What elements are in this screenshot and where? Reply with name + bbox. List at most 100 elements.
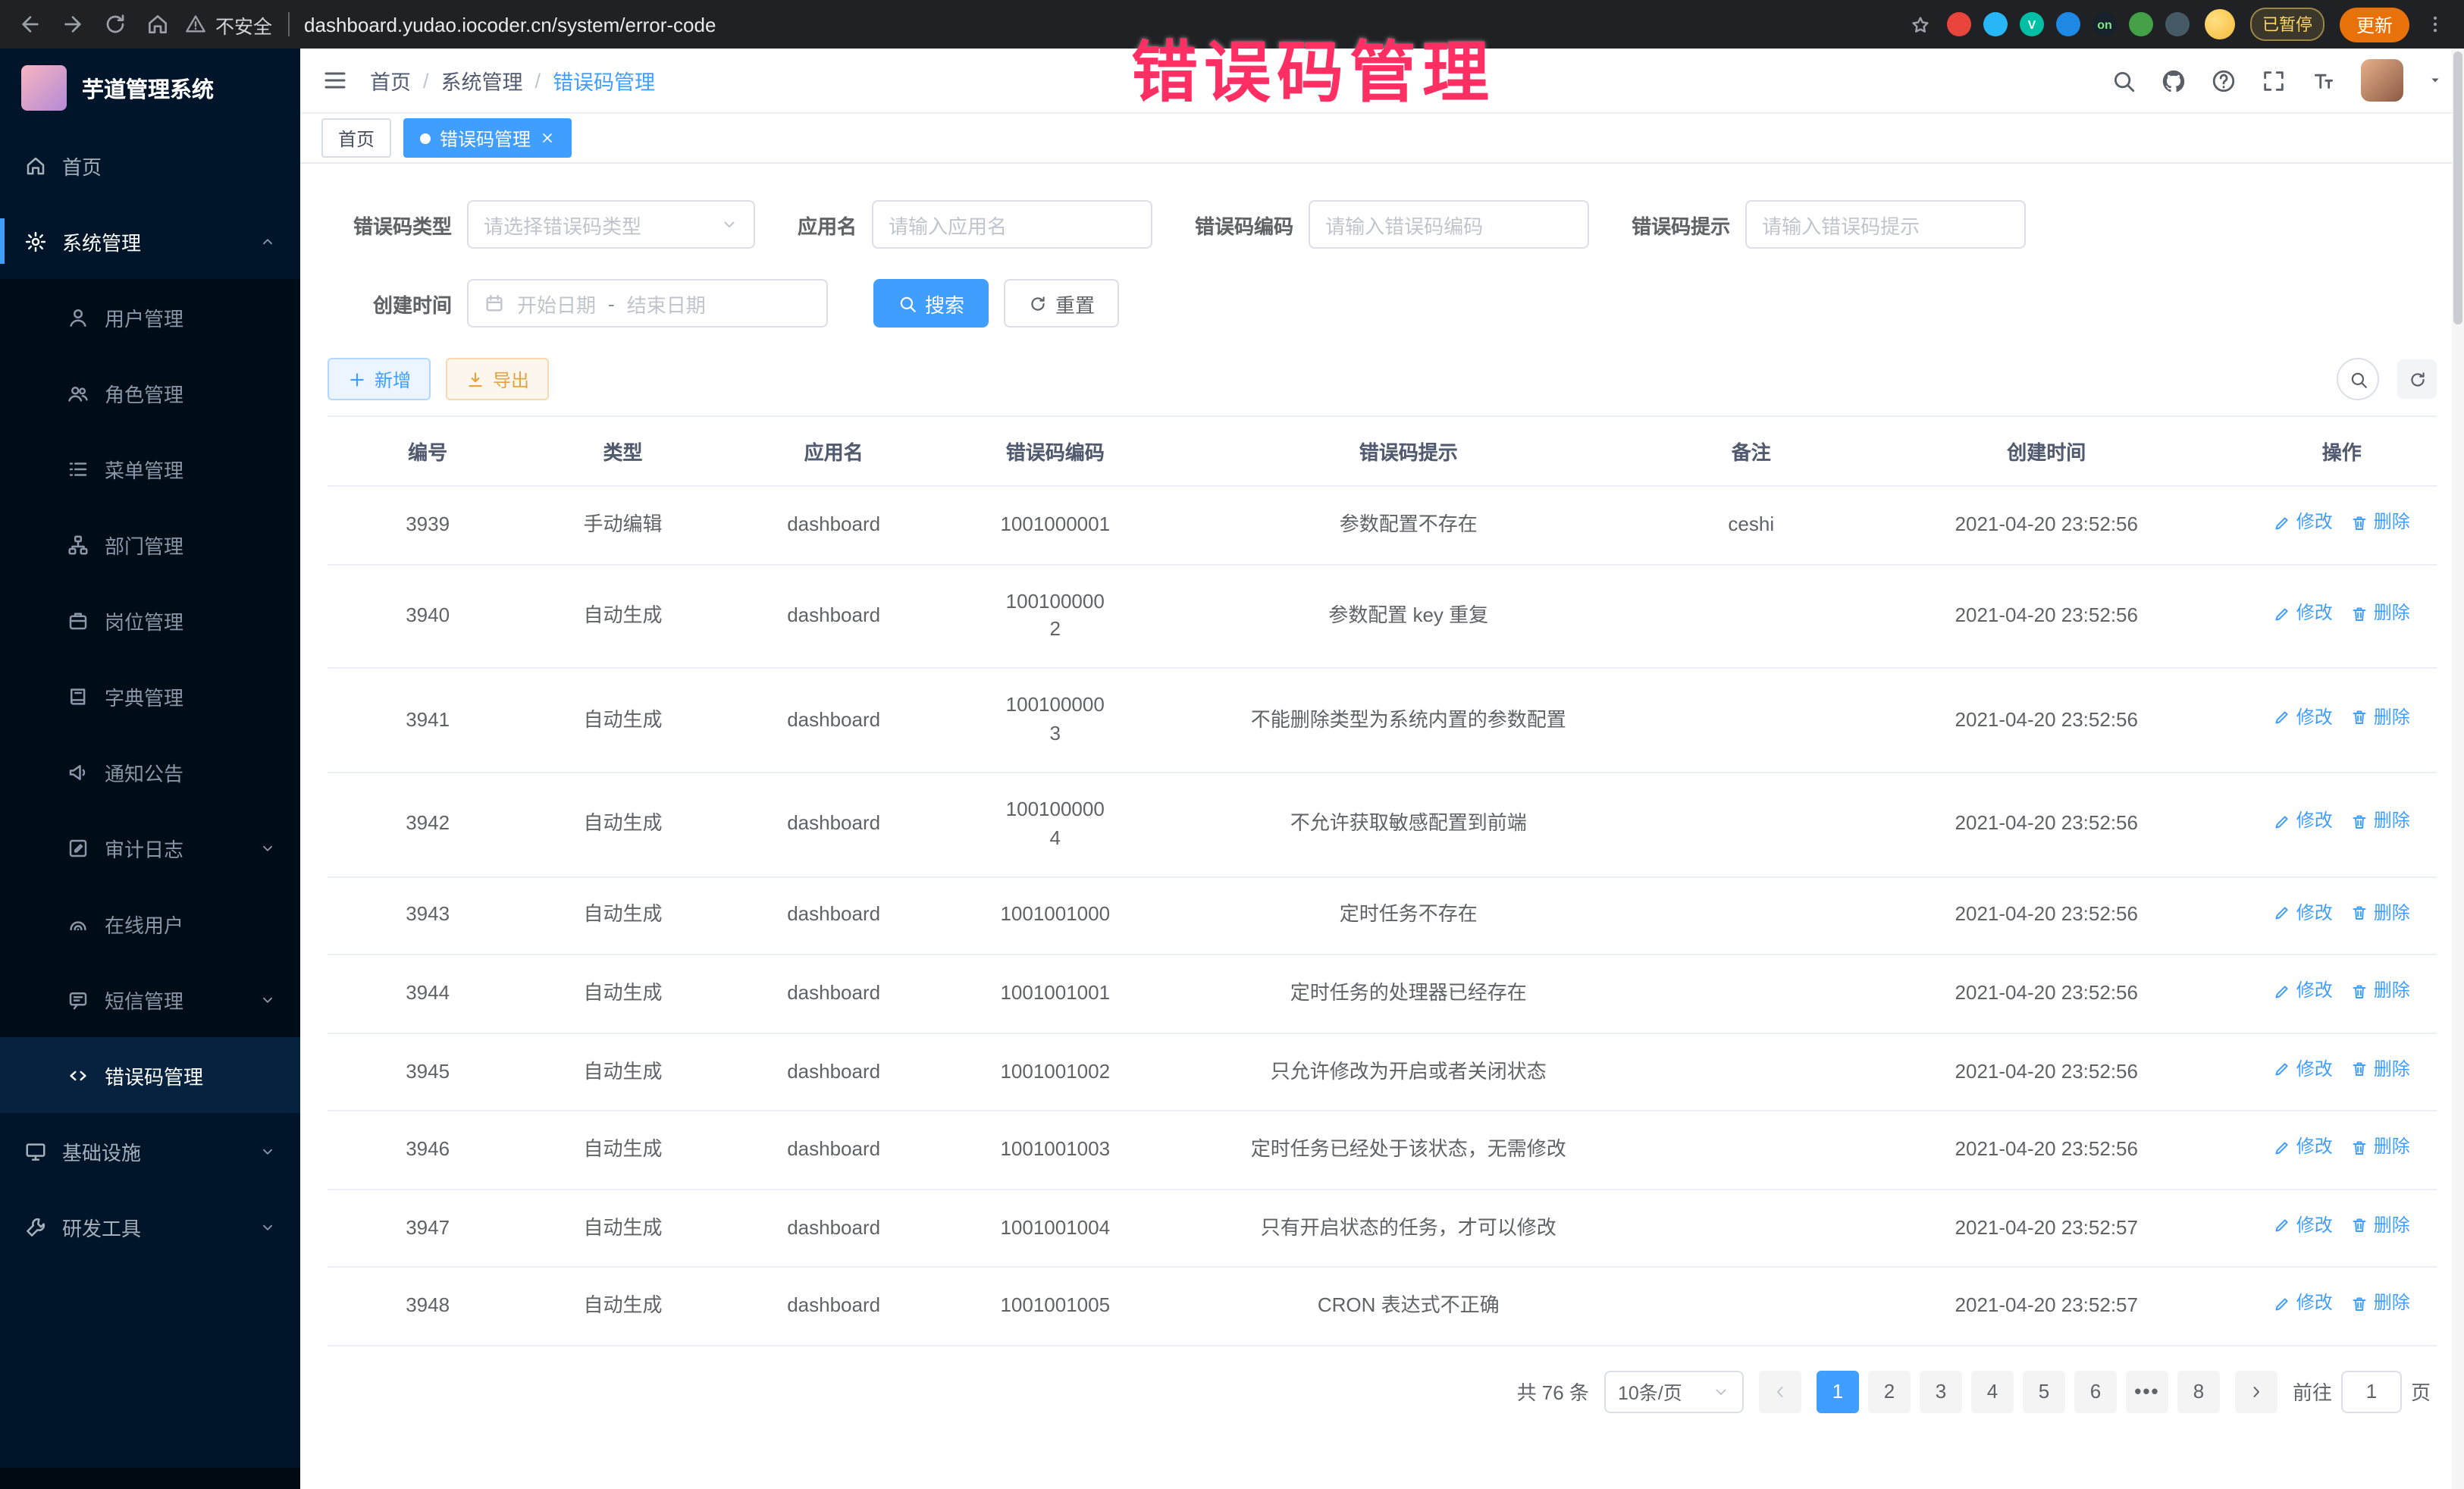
error-type-select[interactable]: 请选择错误码类型 — [467, 200, 755, 249]
page-button-3[interactable]: 3 — [1920, 1371, 1962, 1413]
cell-time: 2021-04-20 23:52:57 — [1846, 1189, 2247, 1267]
delete-link[interactable]: 删除 — [2351, 1212, 2410, 1239]
cell-code: 1001001000 — [950, 876, 1161, 955]
error-msg-input[interactable]: 请输入错误码提示 — [1745, 200, 2026, 249]
search-button[interactable]: 搜索 — [873, 279, 989, 328]
delete-link[interactable]: 删除 — [2351, 600, 2410, 627]
sidebar-item-9[interactable]: 审计日志 — [0, 810, 300, 886]
browser-menu-icon[interactable] — [2425, 14, 2446, 35]
close-icon[interactable] — [540, 130, 555, 146]
cell-app: dashboard — [718, 1033, 950, 1111]
question-icon[interactable] — [2211, 67, 2237, 93]
refresh-table-button[interactable] — [2397, 359, 2437, 399]
tab-1[interactable]: 错误码管理 — [403, 118, 572, 158]
scrollbar[interactable] — [2452, 49, 2464, 1489]
reset-button[interactable]: 重置 — [1004, 279, 1119, 328]
on-switch-ext-icon[interactable]: on — [2093, 12, 2117, 36]
edit-link[interactable]: 修改 — [2274, 900, 2333, 926]
edit-link[interactable]: 修改 — [2274, 1212, 2333, 1239]
sidebar-item-12[interactable]: 错误码管理 — [0, 1037, 300, 1113]
delete-link[interactable]: 删除 — [2351, 1056, 2410, 1083]
cell-code: 1001000001 — [950, 486, 1161, 564]
breadcrumb-item-0[interactable]: 首页 — [370, 65, 411, 96]
drop-ext-icon[interactable] — [1983, 12, 2008, 36]
back-icon[interactable] — [18, 12, 42, 36]
sidebar-logo-row[interactable]: 芋道管理系统 — [0, 49, 300, 127]
edit-link[interactable]: 修改 — [2274, 1291, 2333, 1318]
caret-down-icon[interactable] — [2428, 73, 2443, 88]
sidebar-item-2[interactable]: 用户管理 — [0, 279, 300, 355]
page-size-select[interactable]: 10条/页 — [1604, 1371, 1744, 1413]
delete-link[interactable]: 删除 — [2351, 705, 2410, 732]
delete-link[interactable]: 删除 — [2351, 978, 2410, 1005]
sidebar-item-5[interactable]: 部门管理 — [0, 506, 300, 582]
sidebar-item-3[interactable]: 角色管理 — [0, 355, 300, 431]
forward-icon[interactable] — [61, 12, 85, 36]
sidebar-item-14[interactable]: 研发工具 — [0, 1189, 300, 1265]
app-name-input[interactable]: 请输入应用名 — [872, 200, 1152, 249]
date-range-input[interactable]: 开始日期 - 结束日期 — [467, 279, 828, 328]
grid-ext-icon[interactable] — [2056, 12, 2080, 36]
browser-profile-avatar[interactable] — [2205, 9, 2235, 39]
reload-icon[interactable] — [103, 12, 127, 36]
toggle-search-button[interactable] — [2337, 358, 2379, 400]
delete-link[interactable]: 删除 — [2351, 1134, 2410, 1161]
prev-page-button[interactable] — [1759, 1371, 1801, 1413]
edit-link[interactable]: 修改 — [2274, 705, 2333, 732]
page-button-4[interactable]: 4 — [1971, 1371, 2014, 1413]
page-button-8[interactable]: 8 — [2177, 1371, 2220, 1413]
sidebar-item-11[interactable]: 短信管理 — [0, 961, 300, 1037]
delete-link[interactable]: 删除 — [2351, 509, 2410, 536]
security-indicator[interactable]: 不安全 — [185, 10, 272, 39]
sidebar-item-0[interactable]: 首页 — [0, 127, 300, 203]
delete-link[interactable]: 删除 — [2351, 900, 2410, 926]
red-circle-ext-icon[interactable] — [1947, 12, 1971, 36]
github-icon[interactable] — [2161, 67, 2187, 93]
page-button-2[interactable]: 2 — [1868, 1371, 1911, 1413]
url-text[interactable]: dashboard.yudao.iocoder.cn/system/error-… — [304, 13, 716, 36]
user-avatar[interactable] — [2361, 59, 2403, 102]
bookmark-star-icon[interactable] — [1909, 13, 1932, 36]
edit-link[interactable]: 修改 — [2274, 1134, 2333, 1161]
goto-page-input[interactable]: 1 — [2341, 1371, 2402, 1413]
home-icon[interactable] — [146, 12, 170, 36]
page-button-5[interactable]: 5 — [2023, 1371, 2065, 1413]
edit-link[interactable]: 修改 — [2274, 1056, 2333, 1083]
cell-time: 2021-04-20 23:52:56 — [1846, 486, 2247, 564]
v-badge-ext-icon[interactable]: V — [2020, 12, 2044, 36]
sidebar-item-7[interactable]: 字典管理 — [0, 658, 300, 734]
collapse-menu-icon[interactable] — [321, 67, 349, 94]
browser-update-button[interactable]: 更新 — [2340, 7, 2409, 42]
fullscreen-icon[interactable] — [2261, 67, 2287, 93]
sidebar-item-10[interactable]: 在线用户 — [0, 886, 300, 961]
delete-link[interactable]: 删除 — [2351, 1291, 2410, 1318]
edit-link[interactable]: 修改 — [2274, 509, 2333, 536]
leaf-ext-icon[interactable] — [2129, 12, 2153, 36]
tab-0[interactable]: 首页 — [321, 118, 391, 158]
breadcrumb-item-2[interactable]: 错误码管理 — [553, 65, 655, 96]
fontsize-icon[interactable] — [2311, 67, 2337, 93]
cell-code: 1001000002 — [950, 564, 1161, 668]
edit-link[interactable]: 修改 — [2274, 809, 2333, 835]
pin-ext-icon[interactable] — [2165, 12, 2190, 36]
more-pages-button[interactable]: ••• — [2126, 1371, 2168, 1413]
sms-icon — [67, 988, 89, 1011]
add-button[interactable]: 新增 — [328, 358, 431, 400]
sidebar-item-6[interactable]: 岗位管理 — [0, 582, 300, 658]
search-icon[interactable] — [2111, 67, 2136, 93]
error-code-input[interactable]: 请输入错误码编码 — [1309, 200, 1589, 249]
sidebar-item-13[interactable]: 基础设施 — [0, 1113, 300, 1189]
sidebar-item-8[interactable]: 通知公告 — [0, 734, 300, 810]
page-button-1[interactable]: 1 — [1817, 1371, 1859, 1413]
delete-link[interactable]: 删除 — [2351, 809, 2410, 835]
edit-link[interactable]: 修改 — [2274, 978, 2333, 1005]
sidebar-item-4[interactable]: 菜单管理 — [0, 431, 300, 506]
page-button-6[interactable]: 6 — [2074, 1371, 2117, 1413]
scrollbar-thumb[interactable] — [2453, 52, 2462, 324]
breadcrumb-item-1[interactable]: 系统管理 — [441, 65, 523, 96]
edit-link[interactable]: 修改 — [2274, 600, 2333, 627]
sidebar-item-1[interactable]: 系统管理 — [0, 203, 300, 279]
next-page-button[interactable] — [2235, 1371, 2277, 1413]
export-button[interactable]: 导出 — [446, 358, 549, 400]
cell-remark — [1657, 1268, 1846, 1346]
